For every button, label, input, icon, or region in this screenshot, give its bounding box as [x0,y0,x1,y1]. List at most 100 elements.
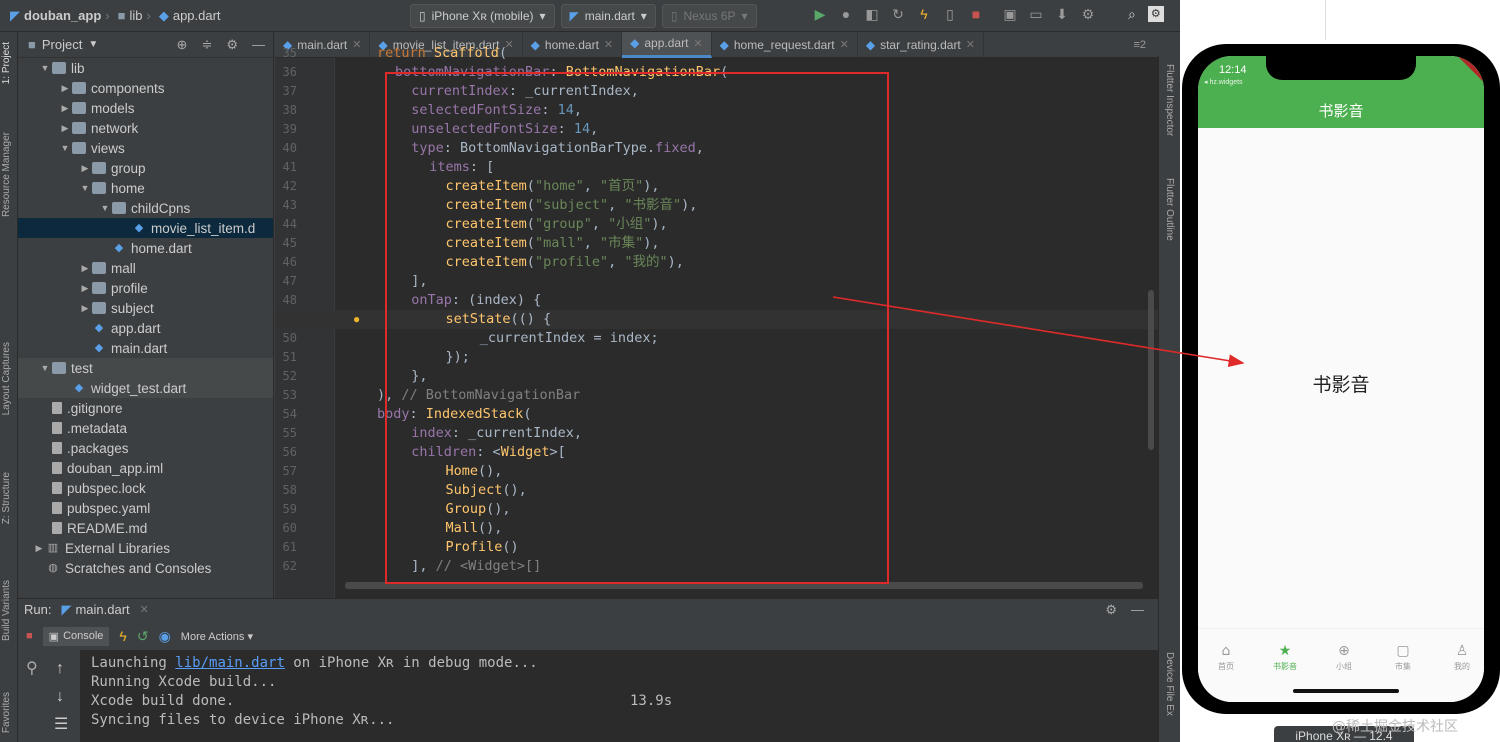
code-token: Scaffold [433,45,499,61]
favorites-tab[interactable]: Favorites [1,692,12,733]
tree-item[interactable]: .packages [18,438,273,458]
tree-item[interactable]: ▶ subject [18,298,273,318]
main-dart-link[interactable]: lib/main.dart [175,655,285,671]
project-view-selector[interactable]: Project [42,37,82,52]
tree-item[interactable]: ▼ childCpns [18,198,273,218]
tree-item[interactable]: ▶ ▥ External Libraries [18,538,273,558]
tree-item[interactable]: ▶ group [18,158,273,178]
crumb-project[interactable]: douban_app [24,8,101,23]
tree-item[interactable]: ◆ app.dart [18,318,273,338]
bottom-nav-item[interactable]: ★ 书影音 [1265,643,1305,672]
tree-item[interactable]: .metadata [18,418,273,438]
tree-item[interactable]: ▶ network [18,118,273,138]
search-icon[interactable]: ⌕ [1128,6,1136,23]
hide-icon[interactable]: — [252,37,265,53]
vertical-scrollbar[interactable] [1148,290,1154,450]
stop-icon[interactable]: ■ [26,630,33,642]
tree-item[interactable]: README.md [18,518,273,538]
expand-arrow-icon[interactable]: ▶ [78,263,92,274]
tree-item[interactable]: ▶ components [18,78,273,98]
run-config-selector[interactable]: ◤ main.dart ▾ [560,4,656,28]
device-selector[interactable]: ▯ iPhone Xʀ (mobile) ▾ [410,4,555,28]
tree-item[interactable]: pubspec.yaml [18,498,273,518]
layout-inspector-icon[interactable]: ▭ [1028,6,1044,23]
flutter-inspector-tab[interactable]: Flutter Inspector [1164,64,1175,136]
hot-reload-icon[interactable]: ϟ [119,628,126,644]
flutter-outline-tab[interactable]: Flutter Outline [1164,178,1175,241]
gear-icon[interactable]: ⚙ [226,37,238,53]
bottom-nav-item[interactable]: ♙ 我的 [1442,643,1482,672]
intention-bulb-icon[interactable]: ● [353,312,360,326]
locate-icon[interactable]: ⊕ [177,37,188,53]
collapse-icon[interactable]: ≑ [201,37,212,53]
crumb-folder[interactable]: lib [129,8,142,23]
build-variants-tab[interactable]: Build Variants [1,580,12,641]
expand-arrow-icon[interactable]: ▼ [58,143,72,153]
up-arrow-icon[interactable]: ↑ [56,660,64,678]
tree-item[interactable]: .gitignore [18,398,273,418]
expand-arrow-icon[interactable]: ▶ [32,543,46,554]
debug-icon[interactable]: ● [838,6,854,23]
tree-item[interactable]: ◆ widget_test.dart [18,378,273,398]
minimize-icon[interactable]: — [1131,602,1144,618]
device-manager-icon[interactable]: ▣ [1002,6,1018,23]
bottom-nav-item[interactable]: ⊕ 小组 [1324,643,1364,672]
tree-item[interactable]: ▶ profile [18,278,273,298]
console-output[interactable]: Launching lib/main.dart on iPhone Xʀ in … [80,650,1158,742]
bottom-nav-item[interactable]: ⌂ 首页 [1206,643,1246,672]
expand-arrow-icon[interactable]: ▶ [58,103,72,114]
code-line[interactable]: return Scaffold( [275,44,1158,63]
tree-item[interactable]: ▼ lib [18,58,273,78]
emulator-selector[interactable]: ▯ Nexus 6P ▾ [661,4,757,28]
bottom-nav-item[interactable]: ▢ 市集 [1383,643,1423,672]
attach-icon[interactable]: ▯ [942,6,958,23]
expand-arrow-icon[interactable]: ▼ [78,183,92,193]
tree-item[interactable]: ▼ home [18,178,273,198]
project-tool-tab[interactable]: 1: Project [1,42,12,84]
console-tab[interactable]: ▣ Console [42,626,110,646]
expand-arrow-icon[interactable]: ▼ [38,363,52,373]
down-arrow-icon[interactable]: ↓ [56,688,64,706]
gear-icon[interactable]: ⚙ [1105,602,1117,618]
expand-arrow-icon[interactable]: ▶ [78,283,92,294]
tree-item[interactable]: ◍ Scratches and Consoles [18,558,273,578]
tree-item-label: app.dart [111,320,161,336]
tree-item[interactable]: ▼ test [18,358,273,378]
hot-restart-icon[interactable]: ↺ [137,628,149,645]
profile-icon[interactable]: ↻ [890,6,906,23]
run-config-tab[interactable]: main.dart [75,602,129,617]
layout-captures-tab[interactable]: Layout Captures [1,342,12,415]
stop-icon[interactable]: ■ [968,6,984,23]
tree-item[interactable]: pubspec.lock [18,478,273,498]
expand-arrow-icon[interactable]: ▼ [98,203,112,213]
close-icon[interactable]: ✕ [140,603,149,616]
tree-item[interactable]: ◆ main.dart [18,338,273,358]
folder-icon [72,122,86,134]
expand-arrow-icon[interactable]: ▶ [58,83,72,94]
soft-wrap-icon[interactable]: ☰ [54,714,68,734]
expand-arrow-icon[interactable]: ▶ [58,123,72,134]
tree-item[interactable]: ◆ movie_list_item.d [18,218,273,238]
crumb-file[interactable]: app.dart [173,8,221,23]
devtools-icon[interactable]: ◉ [159,628,171,645]
pin-icon[interactable]: ⚲ [26,658,38,678]
tree-item[interactable]: ▼ views [18,138,273,158]
expand-arrow-icon[interactable]: ▶ [78,303,92,314]
coverage-icon[interactable]: ◧ [864,6,880,23]
tree-item[interactable]: ▶ models [18,98,273,118]
device-file-explorer-tab[interactable]: Device File Ex [1164,652,1175,716]
more-actions-dropdown[interactable]: More Actions ▾ [181,630,253,643]
tree-item[interactable]: ▶ mall [18,258,273,278]
hot-reload-icon[interactable]: ϟ [916,6,932,23]
expand-arrow-icon[interactable]: ▼ [38,63,52,73]
structure-tab[interactable]: Z: Structure [1,472,12,524]
expand-arrow-icon[interactable]: ▶ [78,163,92,174]
sdk-manager-icon[interactable]: ⬇ [1054,6,1070,23]
settings-icon[interactable]: ⚙ [1147,6,1164,22]
plugin-icon[interactable]: ⚙ [1080,6,1096,23]
status-back-label[interactable]: ◂ hz.widgets [1204,78,1243,86]
resource-manager-tab[interactable]: Resource Manager [1,132,12,217]
tree-item[interactable]: ◆ home.dart [18,238,273,258]
run-icon[interactable]: ▶ [812,6,828,23]
tree-item[interactable]: douban_app.iml [18,458,273,478]
